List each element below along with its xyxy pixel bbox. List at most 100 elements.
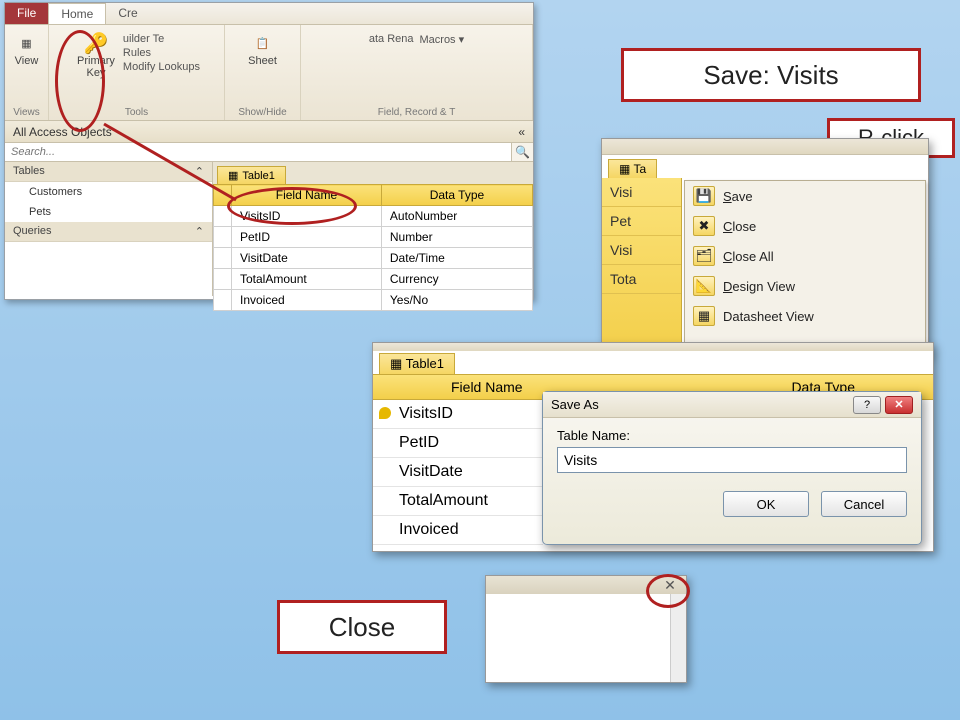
col-field-name: Field Name — [381, 379, 523, 395]
table-name-label: Table Name: — [557, 428, 907, 443]
nav-cat-queries-label: Queries — [13, 225, 52, 238]
field-partial: Tota — [602, 265, 681, 294]
search-input[interactable] — [5, 143, 511, 161]
type-cell[interactable]: Currency — [381, 269, 532, 290]
save-as-dialog: Save As ? ✕ Table Name: OK Cancel — [542, 391, 922, 545]
table-icon: ▦ — [228, 169, 238, 182]
type-cell[interactable]: Number — [381, 227, 532, 248]
modify-lookups-label[interactable]: Modify Lookups — [123, 61, 200, 73]
row-selector[interactable] — [214, 269, 232, 290]
nav-item-pets[interactable]: Pets — [5, 202, 212, 222]
col-data-type: Data Type — [381, 185, 532, 206]
group-field-label: Field, Record & T — [378, 107, 456, 118]
data-rename-label[interactable]: ata Rena — [369, 33, 414, 46]
type-cell[interactable]: Date/Time — [381, 248, 532, 269]
field-row[interactable]: Invoiced — [373, 516, 543, 545]
tab-label: Table1 — [406, 356, 444, 371]
callout-close: Close — [277, 600, 447, 654]
close-all-icon: 🗂 — [693, 246, 715, 266]
field-cell[interactable]: Invoiced — [232, 290, 382, 311]
field-list: VisitsID PetID VisitDate TotalAmount Inv… — [373, 400, 543, 545]
menu-close[interactable]: ✖ Close — [685, 211, 925, 241]
row-selector-header — [214, 185, 232, 206]
menu-datasheet-view[interactable]: ▦ Datasheet View — [685, 301, 925, 331]
menu-design-view[interactable]: 📐 Design View — [685, 271, 925, 301]
row-selector[interactable] — [214, 206, 232, 227]
tab-create[interactable]: Cre — [106, 3, 149, 24]
tab-home[interactable]: Home — [48, 3, 106, 24]
table-name-input[interactable] — [557, 447, 907, 473]
type-cell[interactable]: Yes/No — [381, 290, 532, 311]
macros-label[interactable]: Macros ▾ — [420, 33, 465, 46]
table-tab-label: Table1 — [242, 170, 274, 182]
menu-label: lose — [732, 219, 756, 234]
ribbon: ▦ View Views 🔑 Primary Key uilder Te Rul… — [5, 25, 533, 121]
help-button[interactable]: ? — [853, 396, 881, 414]
property-sheet-button[interactable]: 📋 Sheet — [242, 29, 284, 69]
scrollbar[interactable] — [670, 594, 686, 682]
mnemonic: C — [723, 249, 732, 264]
primary-key-button[interactable]: 🔑 Primary Key — [73, 29, 119, 81]
tab-file[interactable]: File — [5, 3, 48, 24]
field-column-partial: Visi Pet Visi Tota — [602, 178, 682, 354]
field-partial: Pet — [602, 207, 681, 236]
table-tab[interactable]: ▦ Table1 — [217, 166, 286, 184]
nav-header-label: All Access Objects — [13, 125, 112, 139]
view-button[interactable]: ▦ View — [6, 29, 48, 69]
group-tools-label: Tools — [125, 107, 148, 118]
field-partial: Visi — [602, 236, 681, 265]
dialog-title: Save As — [551, 397, 599, 412]
nav-item-customers[interactable]: Customers — [5, 182, 212, 202]
mnemonic: D — [723, 279, 732, 294]
field-cell[interactable]: TotalAmount — [232, 269, 382, 290]
grid-icon: ▦ — [15, 31, 39, 55]
search-icon: 🔍 — [515, 145, 530, 159]
field-cell[interactable]: PetID — [232, 227, 382, 248]
primary-key-label: Primary Key — [77, 55, 115, 79]
menu-save[interactable]: 💾 Save — [685, 181, 925, 211]
rules-label[interactable]: Rules — [123, 47, 200, 59]
field-row[interactable]: VisitDate — [373, 458, 543, 487]
close-doc-icon: ✖ — [693, 216, 715, 236]
nav-cat-tables-label: Tables — [13, 165, 45, 178]
table-tab-partial[interactable]: ▦ Ta — [608, 159, 657, 178]
close-panel: ✕ — [485, 575, 687, 683]
type-cell[interactable]: AutoNumber — [381, 206, 532, 227]
sheet-label: Sheet — [248, 55, 277, 67]
nav-header[interactable]: All Access Objects « — [5, 121, 533, 143]
field-row[interactable]: VisitsID — [373, 400, 543, 429]
group-showhide-label: Show/Hide — [238, 107, 286, 118]
field-cell[interactable]: VisitDate — [232, 248, 382, 269]
ok-button[interactable]: OK — [723, 491, 809, 517]
design-view-icon: 📐 — [693, 276, 715, 296]
callout-save-visits: Save: Visits — [621, 48, 921, 102]
search-button[interactable]: 🔍 — [511, 143, 533, 161]
menu-close-all[interactable]: 🗂 Close All — [685, 241, 925, 271]
row-selector[interactable] — [214, 227, 232, 248]
builder-label[interactable]: uilder Te — [123, 33, 200, 45]
cancel-button[interactable]: Cancel — [821, 491, 907, 517]
field-row[interactable]: PetID — [373, 429, 543, 458]
group-views-label: Views — [13, 107, 40, 118]
design-grid: Field Name Data Type VisitsIDAutoNumber … — [213, 184, 533, 311]
window-close-button[interactable]: ✕ — [654, 576, 686, 594]
ribbon-tabs: File Home Cre — [5, 3, 533, 25]
collapse-icon: ⌃ — [195, 225, 204, 238]
close-button[interactable]: ✕ — [885, 396, 913, 414]
mnemonic: C — [723, 219, 732, 234]
row-selector[interactable] — [214, 248, 232, 269]
nav-cat-queries[interactable]: Queries ⌃ — [5, 222, 212, 242]
context-menu: 💾 Save ✖ Close 🗂 Close All 📐 Design View… — [684, 180, 926, 352]
field-partial: Visi — [602, 178, 681, 207]
view-label: View — [15, 55, 39, 67]
nav-cat-tables[interactable]: Tables ⌃ — [5, 162, 212, 182]
table-tab[interactable]: ▦ Table1 — [379, 353, 455, 374]
menu-label: Datasheet View — [723, 309, 814, 324]
mnemonic: S — [723, 189, 732, 204]
context-menu-window: ▦ Ta Visi Pet Visi Tota 💾 Save ✖ Close 🗂… — [601, 138, 929, 358]
navigation-pane: Tables ⌃ Customers Pets Queries ⌃ — [5, 162, 213, 296]
row-selector[interactable] — [214, 290, 232, 311]
field-cell[interactable]: VisitsID — [232, 206, 382, 227]
field-row[interactable]: TotalAmount — [373, 487, 543, 516]
search-row: 🔍 — [5, 143, 533, 162]
